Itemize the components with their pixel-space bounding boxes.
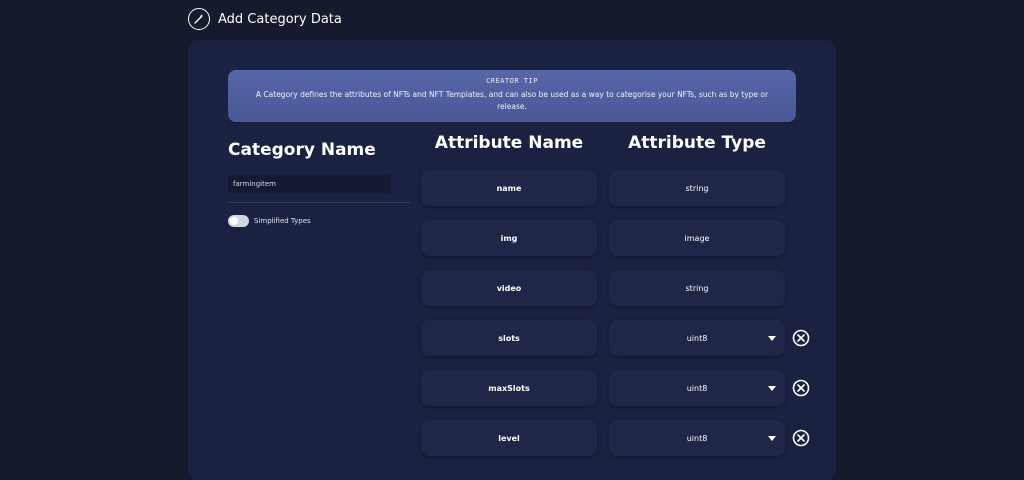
page-header: Add Category Data xyxy=(188,8,342,30)
attribute-name-field[interactable]: maxSlots xyxy=(421,370,597,406)
attribute-name-field[interactable]: slots xyxy=(421,320,597,356)
chevron-down-icon xyxy=(768,386,776,391)
creator-tip-banner: CREATOR TIP A Category defines the attri… xyxy=(228,70,796,122)
creator-tip-text: A Category defines the attributes of NFT… xyxy=(255,90,769,111)
attribute-type-select[interactable]: uint8 xyxy=(609,420,785,456)
remove-attribute-icon[interactable] xyxy=(792,429,810,447)
attribute-row: name string xyxy=(421,170,821,206)
attribute-type-header: Attribute Type xyxy=(628,133,766,153)
attribute-name-field[interactable]: img xyxy=(421,220,597,256)
attribute-type-value: uint8 xyxy=(686,333,708,343)
attribute-type-field: string xyxy=(609,270,785,306)
creator-tip-title: CREATOR TIP xyxy=(486,77,538,85)
remove-attribute-icon[interactable] xyxy=(792,379,810,397)
remove-attribute-icon[interactable] xyxy=(792,329,810,347)
attribute-row: img image xyxy=(421,220,821,256)
category-input-divider xyxy=(228,202,410,203)
attribute-type-field: string xyxy=(609,170,785,206)
simplified-types-toggle[interactable] xyxy=(228,215,249,227)
category-section: Category Name farmingitem Simplified Typ… xyxy=(228,140,410,227)
attribute-row: video string xyxy=(421,270,821,306)
attribute-type-value: uint8 xyxy=(686,433,708,443)
attribute-row: slots uint8 xyxy=(421,320,821,356)
chevron-down-icon xyxy=(768,336,776,341)
attribute-name-field[interactable]: name xyxy=(421,170,597,206)
attribute-name-field[interactable]: video xyxy=(421,270,597,306)
attribute-type-select[interactable]: uint8 xyxy=(609,370,785,406)
simplified-types-label: Simplified Types xyxy=(254,217,311,225)
attribute-name-header: Attribute Name xyxy=(434,133,584,153)
attribute-row: maxSlots uint8 xyxy=(421,370,821,406)
page-title: Add Category Data xyxy=(218,11,342,27)
category-form-card: CREATOR TIP A Category defines the attri… xyxy=(188,40,836,480)
toggle-knob xyxy=(230,217,238,225)
attribute-type-select[interactable]: uint8 xyxy=(609,320,785,356)
magic-wand-icon[interactable] xyxy=(188,8,210,30)
attribute-name-field[interactable]: level xyxy=(421,420,597,456)
simplified-types-row: Simplified Types xyxy=(228,215,410,227)
attribute-row: level uint8 xyxy=(421,420,821,456)
attribute-type-field: image xyxy=(609,220,785,256)
chevron-down-icon xyxy=(768,436,776,441)
category-name-label: Category Name xyxy=(228,140,376,160)
category-name-input[interactable]: farmingitem xyxy=(228,175,391,193)
attribute-type-value: uint8 xyxy=(686,383,708,393)
